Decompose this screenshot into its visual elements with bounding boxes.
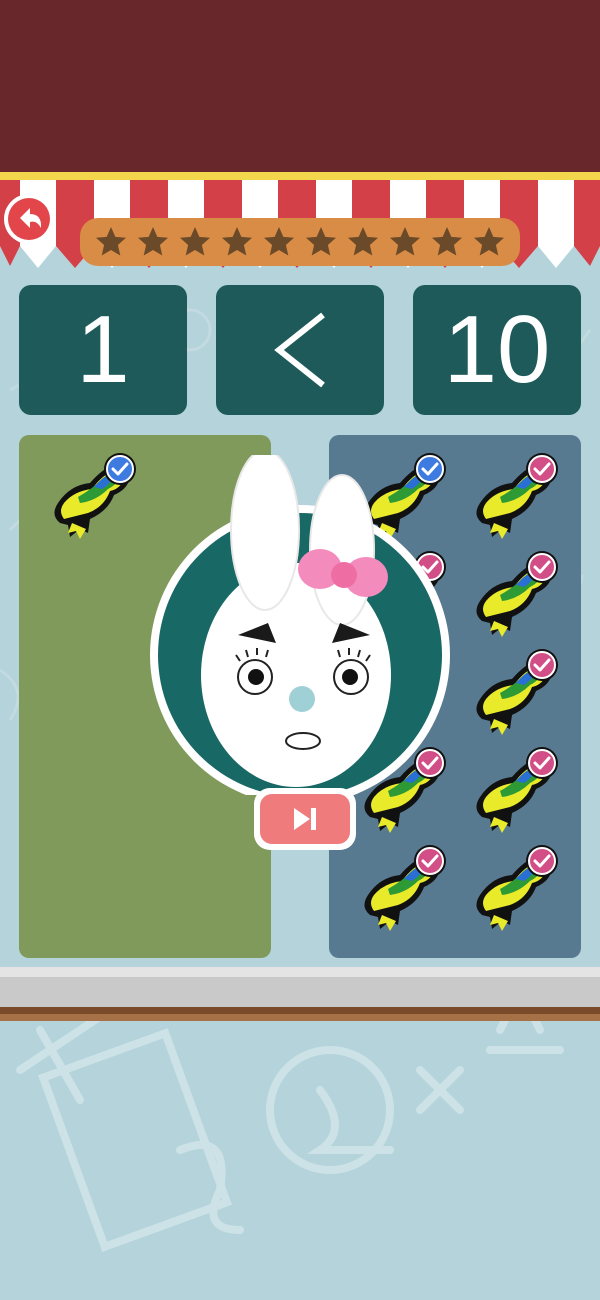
star-icon [258, 221, 300, 263]
skip-button[interactable] [254, 788, 356, 850]
back-button[interactable] [4, 194, 54, 244]
star-icon [216, 221, 258, 263]
shelf-edge [0, 967, 600, 977]
star-icon [132, 221, 174, 263]
bird-icon [462, 445, 562, 545]
bird-icon [462, 543, 562, 643]
star-icon [426, 221, 468, 263]
star-progress-bar [80, 218, 520, 266]
comparison-sign[interactable] [216, 285, 384, 415]
bird-icon [40, 445, 140, 545]
header-stripe [0, 172, 600, 180]
star-icon [342, 221, 384, 263]
skip-next-icon [260, 794, 350, 844]
shelf-base-highlight [0, 1014, 600, 1021]
right-number: 10 [413, 285, 581, 415]
star-icon [174, 221, 216, 263]
less-than-sign-icon [274, 312, 325, 388]
left-number: 1 [19, 285, 187, 415]
back-arrow-icon [8, 198, 50, 240]
header-bar [0, 0, 600, 172]
bird-icon [462, 739, 562, 839]
star-icon [468, 221, 510, 263]
star-icon [300, 221, 342, 263]
shelf [0, 977, 600, 1007]
bird-icon [462, 641, 562, 741]
bunny-character [150, 455, 450, 795]
bird-icon [350, 837, 450, 937]
star-icon [90, 221, 132, 263]
bird-icon [462, 837, 562, 937]
star-icon [384, 221, 426, 263]
